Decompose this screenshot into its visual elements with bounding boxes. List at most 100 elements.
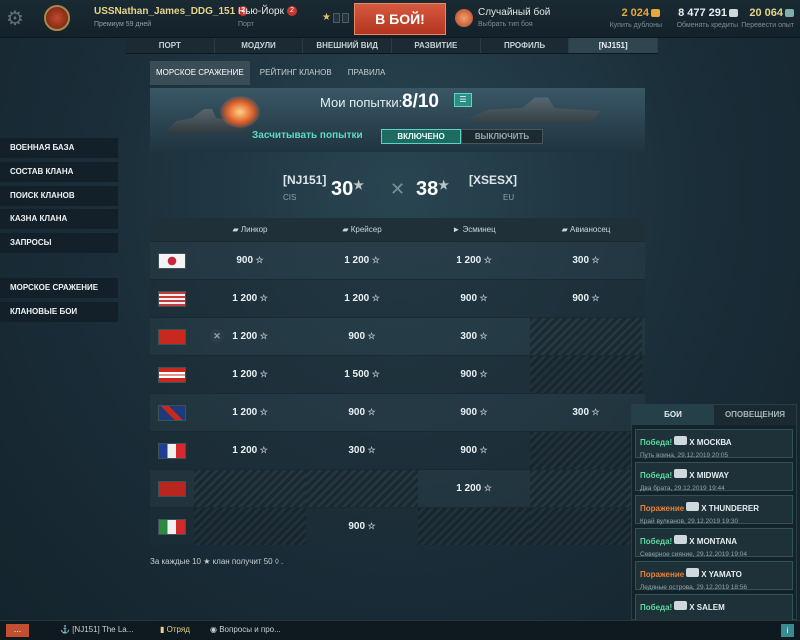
left-clan-tag[interactable]: [NJ151] [283,173,326,187]
division-tab[interactable]: ▮ Отряд [160,625,190,634]
battle-mode-name[interactable]: Случайный бой [478,7,550,18]
menu-button[interactable]: ... [6,624,29,637]
division-star-icon[interactable]: ★ [322,12,331,23]
app-window: ⚙ USSNathan_James_DDG_151 2 Премиум 59 дн… [0,0,800,640]
credits-sub[interactable]: Обменять кредиты [677,22,738,29]
info-button[interactable]: i [781,624,794,637]
sidebar-item-requests[interactable]: ЗАПРОСЫ [0,233,118,253]
ship-class-icon [674,436,688,446]
points-value: 900 [460,293,478,304]
battle-mode-icon[interactable] [455,9,473,27]
nav-profile[interactable]: ПРОФИЛЬ [481,38,570,53]
header-destroyer-label: Эсминец [462,225,496,234]
tab-naval-battle[interactable]: МОРСКОЕ СРАЖЕНИЕ [150,61,250,85]
count-attempts-label: Засчитывать попытки [252,130,363,141]
sidebar-item-clan-members[interactable]: СОСТАВ КЛАНА [0,162,118,182]
points-cell: 900 ☆ [418,356,530,393]
star-icon: ☆ [589,255,600,265]
nation-flag-germany [158,366,186,383]
points-value: 1 200 [456,255,482,266]
right-clan-region: EU [503,193,515,202]
doubloons-amount[interactable]: 2 024 [621,7,660,19]
count-toggle-off[interactable]: ВЫКЛЮЧИТЬ [461,129,543,144]
battle-notification[interactable]: Победа! X MONTANA Северное сияние, 29.12.2… [635,528,793,558]
sidebar-item-military-base[interactable]: ВОЕННАЯ БАЗА [0,138,118,158]
battle-result: Победа! [640,603,673,612]
battle-notification[interactable]: Поражение X YAMATO Ледяные острова, 29.12.… [635,561,793,591]
battleship-class-icon: ▰ [232,225,241,234]
battle-result: Победа! [640,471,673,480]
star-icon: ☆ [257,369,268,379]
top-bar: ⚙ USSNathan_James_DDG_151 2 Премиум 59 дн… [0,0,800,38]
star-icon: ☆ [589,293,600,303]
star-icon: ☆ [365,331,376,341]
free-xp-amount[interactable]: 20 064 [749,7,794,19]
star-icon: ☆ [253,255,264,265]
count-toggle-on[interactable]: ВКЛЮЧЕНО [381,129,461,144]
star-icon: ☆ [257,407,268,417]
battle-notification[interactable]: Победа! X МОСКВА Путь воина, 29.12.2019 20… [635,429,793,459]
ship-class-icon [686,502,700,512]
table-row: 900 ☆ [150,507,645,545]
points-cell: 1 200 ☆ [418,470,530,507]
right-clan-score: 38★ [416,178,449,201]
nav-clan[interactable]: [NJ151] [569,38,659,53]
tab-clan-rating[interactable]: РЕЙТИНГ КЛАНОВ [254,61,338,85]
star-icon: ☆ [257,331,268,341]
points-cell: 900 ☆ [530,280,642,317]
division-slot-2[interactable] [342,13,349,23]
points-cell: 1 200 ☆ [194,280,306,317]
username[interactable]: USSNathan_James_DDG_151 2 [94,6,249,17]
points-value: 900 [348,407,366,418]
clan-rank-emblem[interactable] [44,5,70,31]
points-cell [530,356,642,393]
doubloons-sub[interactable]: Купить дублоны [610,22,662,29]
sidebar-item-treasury[interactable]: КАЗНА КЛАНА [0,209,118,229]
nav-appearance[interactable]: ВНЕШНИЙ ВИД [303,38,393,53]
nav-port[interactable]: ПОРТ [126,38,215,53]
nation-flag-italy [158,518,186,535]
credits-amount[interactable]: 8 477 291 [678,7,738,19]
right-clan-tag[interactable]: [XSESX] [469,173,517,187]
points-cell: 900 ☆ [306,508,418,545]
division-slot-1[interactable] [333,13,340,23]
sidebar-item-naval-battle[interactable]: МОРСКОЕ СРАЖЕНИЕ [0,278,118,298]
points-cell [530,470,642,507]
star-icon: ☆ [369,293,380,303]
username-label[interactable]: USSNathan_James_DDG_151 [94,6,235,17]
star-icon: ☆ [477,331,488,341]
nav-modules[interactable]: МОДУЛИ [215,38,304,53]
points-cell [530,318,642,355]
free-xp-sub[interactable]: Перевести опыт [741,22,794,29]
port-name[interactable]: Нью-Йорк [238,6,284,17]
port-selector[interactable]: Нью-Йорк 2 [238,6,297,17]
battle-notification[interactable]: Победа! X SALEM [635,594,793,623]
nav-development[interactable]: РАЗВИТИЕ [392,38,481,53]
points-value: 900 [572,293,590,304]
points-value: 1 200 [232,331,258,342]
table-row: 1 200 ☆ 300 ☆ 900 ☆ [150,431,645,469]
attempts-list-button[interactable]: ☰ [454,93,472,107]
table-row: 1 200 ☆ 1 500 ☆ 900 ☆ [150,355,645,393]
header-cruiser: ▰ Крейсер [306,218,418,241]
notification-title: Поражение X YAMATO [640,564,788,582]
settings-gear-icon[interactable]: ⚙ [6,8,32,32]
header-carrier: ▰ Авианосец [530,218,642,241]
battle-notification[interactable]: Поражение X THUNDERER Край вулканов, 29.12… [635,495,793,525]
nation-cell [150,280,194,317]
battle-button[interactable]: В БОЙ! [354,3,446,35]
battle-notification[interactable]: Победа! X MIDWAY Два брата, 29.12.2019 19:… [635,462,793,492]
clan-chat-tab[interactable]: ⚓ [NJ151] The La... [60,625,133,634]
nation-flag-ussr [158,328,186,345]
tab-alerts[interactable]: ОПОВЕЩЕНИЯ [714,405,796,425]
clan-chat-label: [NJ151] The La... [72,625,134,634]
clan-subtabs: МОРСКОЕ СРАЖЕНИЕ РЕЙТИНГ КЛАНОВ ПРАВИЛА [150,61,391,85]
header-carrier-label: Авианосец [569,225,611,234]
sidebar-item-clan-search[interactable]: ПОИСК КЛАНОВ [0,186,118,206]
sidebar-item-clan-battles[interactable]: КЛАНОВЫЕ БОИ [0,302,118,322]
ship-name: X THUNDERER [701,504,759,513]
points-cell: 300 ☆ [418,318,530,355]
tab-battles[interactable]: БОИ [632,405,714,425]
tab-rules[interactable]: ПРАВИЛА [342,61,392,85]
help-tab[interactable]: ◉ Вопросы и про... [210,625,281,634]
